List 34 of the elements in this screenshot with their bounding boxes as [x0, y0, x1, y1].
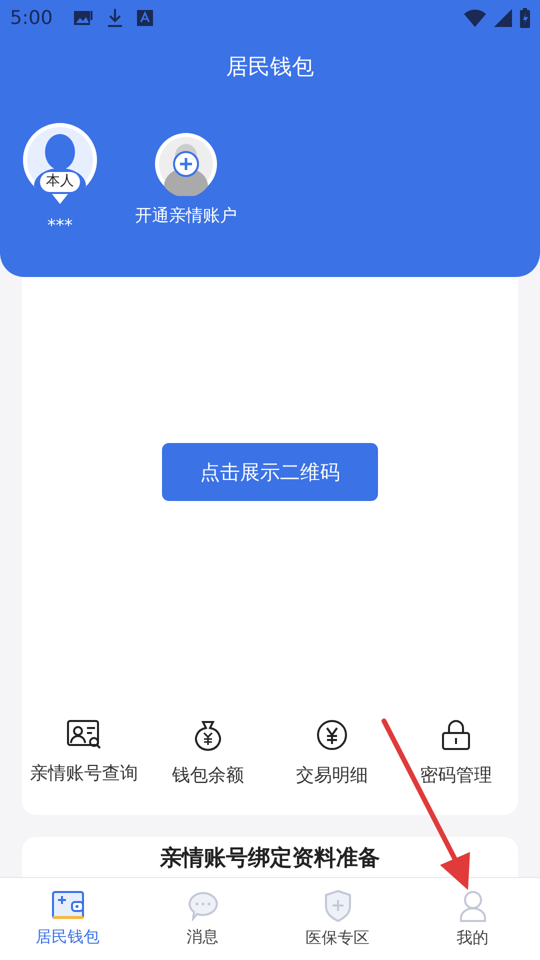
- nav-tab[interactable]: 医保专区: [270, 878, 405, 960]
- image-icon: [72, 9, 93, 27]
- money-bag-icon: [193, 719, 223, 751]
- nav-tab[interactable]: 我的: [405, 878, 540, 960]
- lock-icon: [441, 719, 471, 751]
- add-account-avatar[interactable]: [154, 132, 218, 196]
- show-qr-button[interactable]: 点击展示二维码: [162, 443, 378, 501]
- chat-icon: [186, 890, 218, 920]
- function-item[interactable]: 密码管理: [394, 719, 518, 787]
- page-title: 居民钱包: [225, 54, 315, 82]
- nav-tab[interactable]: 消息: [135, 878, 270, 960]
- function-item[interactable]: 亲情账号查询: [22, 719, 146, 787]
- download-icon: [106, 8, 123, 28]
- function-label: 亲情账号查询: [30, 762, 138, 785]
- signal-icon: [494, 9, 512, 27]
- function-label: 钱包余额: [172, 764, 244, 787]
- badge-label: 本人: [46, 172, 74, 190]
- function-item[interactable]: 钱包余额: [146, 719, 270, 787]
- yuan-icon: [316, 719, 348, 751]
- account-name: 开通亲情账户: [135, 205, 237, 227]
- card-title: 亲情账号绑定资料准备: [160, 844, 380, 873]
- function-label: 交易明细: [296, 764, 368, 787]
- font-icon: [136, 10, 153, 26]
- function-label: 密码管理: [420, 764, 492, 787]
- nav-tab[interactable]: 居民钱包: [0, 878, 135, 960]
- status-time: 5:00: [10, 7, 53, 29]
- person-icon: [458, 890, 486, 922]
- battery-icon: [520, 8, 530, 28]
- id-card-icon: [67, 719, 101, 749]
- account-name: ***: [47, 216, 73, 236]
- function-item[interactable]: 交易明细: [270, 719, 394, 787]
- wifi-icon: [464, 9, 486, 27]
- wallet-icon: [52, 890, 84, 920]
- shield-icon: [324, 890, 352, 922]
